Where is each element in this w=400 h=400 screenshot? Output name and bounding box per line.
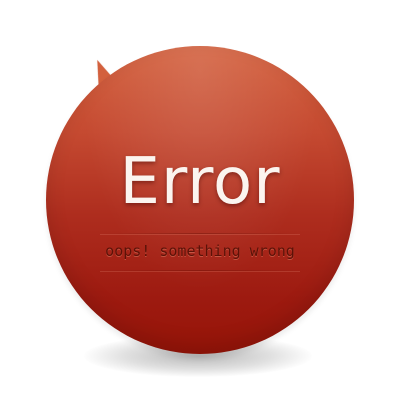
divider-bottom (100, 270, 300, 271)
error-speech-bubble: Error oops! something wrong (46, 46, 354, 354)
error-page: Error oops! something wrong (0, 0, 400, 400)
error-title: Error (119, 145, 281, 219)
error-subtitle: oops! something wrong (105, 242, 295, 260)
divider-top (100, 233, 300, 234)
